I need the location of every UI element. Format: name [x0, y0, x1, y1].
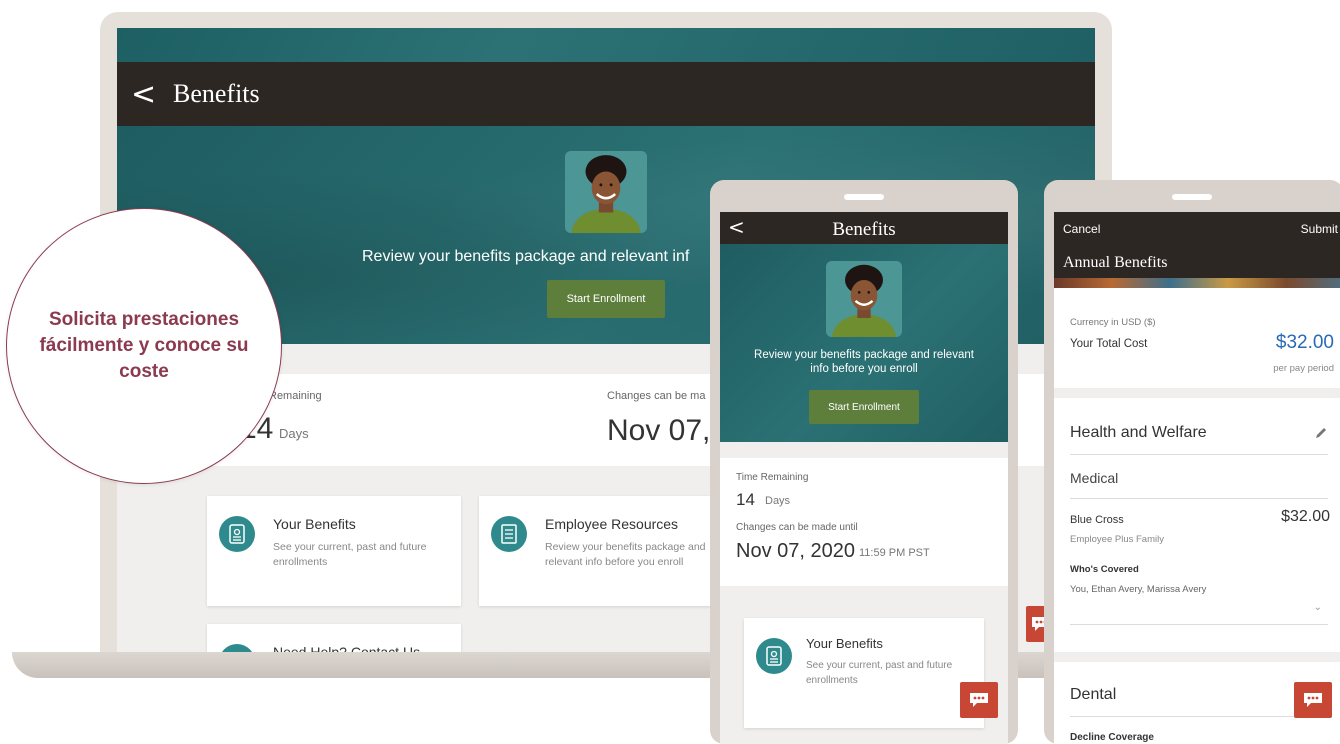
page-title: Benefits — [173, 79, 260, 108]
remaining-unit: Days — [279, 426, 309, 441]
health-welfare-section: Health and Welfare Medical Blue Cross $3… — [1054, 398, 1340, 652]
phone-benefits: < Benefits Review your benefits package … — [710, 180, 1018, 744]
changes-time: 11:59 PM PST — [859, 547, 930, 559]
badge-icon — [756, 638, 792, 674]
chevron-down-icon[interactable]: ⌄ — [1314, 602, 1322, 613]
medical-label: Medical — [1070, 470, 1119, 486]
back-chevron-icon[interactable]: < — [131, 77, 161, 112]
page-title: Benefits — [832, 219, 896, 240]
submit-button[interactable]: Submit — [1301, 222, 1338, 236]
card-title: Need Help? Contact Us — [273, 644, 421, 652]
hero-banner-top — [117, 28, 1095, 62]
card-description: See your current, past and future enroll… — [806, 660, 953, 686]
divider — [1070, 716, 1328, 717]
card-title: Your Benefits — [806, 636, 883, 651]
time-remaining-label: Time Remaining — [736, 472, 809, 483]
phone-screen: Cancel Submit Annual Benefits Currency i… — [1054, 212, 1340, 744]
help-icon — [219, 644, 255, 652]
total-cost-label: Your Total Cost — [1070, 338, 1148, 350]
phone-annual-benefits: Cancel Submit Annual Benefits Currency i… — [1044, 180, 1340, 744]
section-title: Health and Welfare — [1070, 424, 1207, 441]
phone-speaker — [1172, 194, 1212, 200]
plan-cost: $32.00 — [1281, 508, 1330, 525]
chat-button[interactable] — [960, 682, 998, 718]
card-description: Review your benefits package and relevan… — [545, 541, 706, 568]
phone-speaker — [844, 194, 884, 200]
decorative-banner-strip — [1054, 278, 1340, 288]
app-header: < Benefits — [720, 212, 1008, 244]
avatar — [826, 261, 902, 337]
section-title: Dental — [1070, 686, 1117, 703]
time-remaining-value: 14 — [736, 490, 755, 509]
divider — [1070, 498, 1328, 499]
card-description: See your current, past and future enroll… — [273, 541, 427, 568]
total-cost-value: $32.00 — [1275, 332, 1334, 353]
feature-callout: Solicita prestaciones fácilmente y conoc… — [6, 208, 282, 484]
changes-date: Nov 07, — [607, 414, 711, 447]
whos-covered-label: Who's Covered — [1070, 564, 1139, 575]
currency-label: Currency in USD ($) — [1070, 317, 1156, 328]
changes-label: Changes can be made until — [736, 522, 858, 533]
start-enrollment-button[interactable]: Start Enrollment — [547, 280, 665, 318]
employee-resources-card[interactable]: Employee Resources Review your benefits … — [479, 496, 733, 606]
coverage-level: Employee Plus Family — [1070, 534, 1164, 545]
callout-text: Solicita prestaciones fácilmente y conoc… — [39, 309, 249, 382]
enrollment-stats: Time Remaining 14 Days Changes can be ma… — [720, 458, 1008, 586]
badge-icon — [219, 516, 255, 552]
hero-banner: Review your benefits package and relevan… — [720, 244, 1008, 442]
plan-name: Blue Cross — [1070, 514, 1124, 526]
page-title: Annual Benefits — [1063, 254, 1168, 271]
remaining-label: Remaining — [269, 390, 322, 402]
hero-text: Review your benefits package and relevan… — [754, 349, 974, 375]
chat-button[interactable] — [1294, 682, 1332, 718]
total-cost-summary: Currency in USD ($) Your Total Cost $32.… — [1054, 288, 1340, 388]
dental-option: Decline Coverage — [1070, 732, 1154, 743]
app-header: Cancel Submit Annual Benefits — [1054, 212, 1340, 278]
changes-label: Changes can be ma — [607, 390, 706, 402]
pay-period-label: per pay period — [1273, 363, 1334, 374]
time-remaining-unit: Days — [765, 495, 791, 507]
changes-date: Nov 07, 2020 — [736, 540, 855, 562]
card-title: Employee Resources — [545, 516, 679, 532]
phone-screen: < Benefits Review your benefits package … — [720, 212, 1008, 744]
contact-us-card[interactable]: Need Help? Contact Us — [207, 624, 461, 652]
card-title: Your Benefits — [273, 516, 356, 532]
document-icon — [491, 516, 527, 552]
avatar — [565, 151, 647, 233]
covered-names: You, Ethan Avery, Marissa Avery — [1070, 584, 1207, 595]
divider — [1070, 624, 1328, 625]
your-benefits-card[interactable]: Your Benefits See your current, past and… — [207, 496, 461, 606]
app-header: < Benefits — [117, 62, 1095, 126]
your-benefits-card[interactable]: Your Benefits See your current, past and… — [744, 618, 984, 728]
cancel-button[interactable]: Cancel — [1063, 222, 1100, 236]
edit-pencil-icon[interactable] — [1314, 426, 1328, 440]
divider — [1070, 454, 1328, 455]
start-enrollment-button[interactable]: Start Enrollment — [809, 390, 919, 424]
